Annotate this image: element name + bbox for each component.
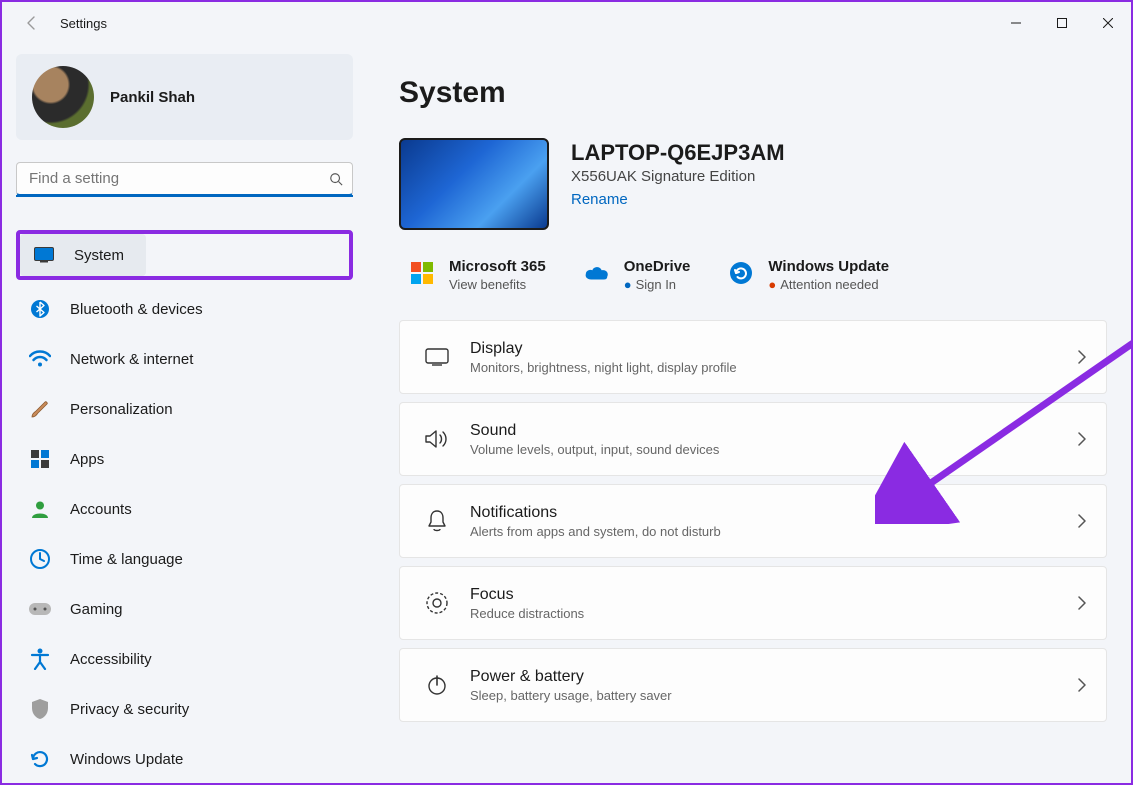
card-sub: Monitors, brightness, night light, displ… [470,360,1077,375]
rename-link[interactable]: Rename [571,191,628,208]
annotation-highlight-system: System [16,230,353,280]
nav-label: Accounts [70,501,132,518]
nav-item-gaming[interactable]: Gaming [16,588,353,630]
status-title: Microsoft 365 [449,258,546,275]
card-title: Power & battery [470,668,1077,686]
card-title: Notifications [470,504,1077,522]
card-sub: Reduce distractions [470,606,1077,621]
nav-label: Apps [70,451,104,468]
nav-label: Bluetooth & devices [70,301,203,318]
close-button[interactable] [1085,2,1131,44]
nav-item-privacy[interactable]: Privacy & security [16,688,353,730]
status-sub: View benefits [449,277,546,292]
device-model: X556UAK Signature Edition [571,168,785,185]
nav-label: Network & internet [70,351,193,368]
nav-label: Accessibility [70,651,152,668]
card-display[interactable]: Display Monitors, brightness, night ligh… [399,320,1107,394]
card-sound[interactable]: Sound Volume levels, output, input, soun… [399,402,1107,476]
sidebar: Pankil Shah System [2,44,367,783]
window-title: Settings [60,16,107,31]
gamepad-icon [28,597,52,621]
nav-item-apps[interactable]: Apps [16,438,353,480]
nav-label: System [74,247,124,264]
window-controls [993,2,1131,44]
card-title: Sound [470,422,1077,440]
card-title: Focus [470,586,1077,604]
status-title: Windows Update [768,258,889,275]
card-sub: Alerts from apps and system, do not dist… [470,524,1077,539]
nav-item-personalization[interactable]: Personalization [16,388,353,430]
wifi-icon [28,347,52,371]
brush-icon [28,397,52,421]
card-focus[interactable]: Focus Reduce distractions [399,566,1107,640]
status-row: Microsoft 365 View benefits OneDrive ●Si… [399,258,1107,292]
profile-name: Pankil Shah [110,89,195,106]
system-icon [32,243,56,267]
avatar [32,66,94,128]
apps-icon [28,447,52,471]
card-notifications[interactable]: Notifications Alerts from apps and syste… [399,484,1107,558]
content-area: System LAPTOP-Q6EJP3AM X556UAK Signature… [367,44,1131,783]
status-title: OneDrive [624,258,691,275]
card-title: Display [470,340,1077,358]
chevron-right-icon [1077,350,1086,364]
nav-item-accounts[interactable]: Accounts [16,488,353,530]
nav-item-system[interactable]: System [20,234,146,276]
card-power[interactable]: Power & battery Sleep, battery usage, ba… [399,648,1107,722]
back-button[interactable] [22,13,42,33]
status-windows-update[interactable]: Windows Update ●Attention needed [728,258,889,292]
shield-icon [28,697,52,721]
chevron-right-icon [1077,678,1086,692]
focus-icon [418,591,456,615]
nav-label: Privacy & security [70,701,189,718]
chevron-right-icon [1077,432,1086,446]
status-onedrive[interactable]: OneDrive ●Sign In [584,258,691,292]
power-icon [418,674,456,696]
chevron-right-icon [1077,596,1086,610]
bluetooth-icon [28,297,52,321]
maximize-button[interactable] [1039,2,1085,44]
update-icon [28,747,52,771]
card-sub: Sleep, battery usage, battery saver [470,688,1077,703]
search-icon [329,172,343,186]
titlebar: Settings [2,2,1131,44]
cloud-icon [584,260,610,286]
chevron-right-icon [1077,514,1086,528]
ms365-icon [409,260,435,286]
nav-item-time-language[interactable]: Time & language [16,538,353,580]
person-icon [28,497,52,521]
device-row: LAPTOP-Q6EJP3AM X556UAK Signature Editio… [399,138,1107,230]
profile-card[interactable]: Pankil Shah [16,54,353,140]
search-input[interactable] [16,162,353,196]
status-sub: ●Sign In [624,277,691,292]
nav-item-windows-update[interactable]: Windows Update [16,738,353,780]
bell-icon [418,509,456,533]
sound-icon [418,428,456,450]
nav-label: Gaming [70,601,123,618]
nav-item-network[interactable]: Network & internet [16,338,353,380]
nav-item-accessibility[interactable]: Accessibility [16,638,353,680]
minimize-button[interactable] [993,2,1039,44]
nav-label: Time & language [70,551,183,568]
status-ms365[interactable]: Microsoft 365 View benefits [409,258,546,292]
settings-cards: Display Monitors, brightness, night ligh… [399,320,1107,732]
status-sub: ●Attention needed [768,277,889,292]
card-sub: Volume levels, output, input, sound devi… [470,442,1077,457]
display-icon [418,348,456,366]
device-name: LAPTOP-Q6EJP3AM [571,140,785,166]
accessibility-icon [28,647,52,671]
nav-label: Windows Update [70,751,183,768]
clock-globe-icon [28,547,52,571]
search-wrap [16,162,353,196]
nav-list: System Bluetooth & devices Network & int… [16,230,367,783]
update-status-icon [728,260,754,286]
settings-window: Settings Pankil Shah [0,0,1133,785]
page-title: System [399,76,1107,110]
device-thumbnail[interactable] [399,138,549,230]
nav-item-bluetooth[interactable]: Bluetooth & devices [16,288,353,330]
nav-label: Personalization [70,401,173,418]
